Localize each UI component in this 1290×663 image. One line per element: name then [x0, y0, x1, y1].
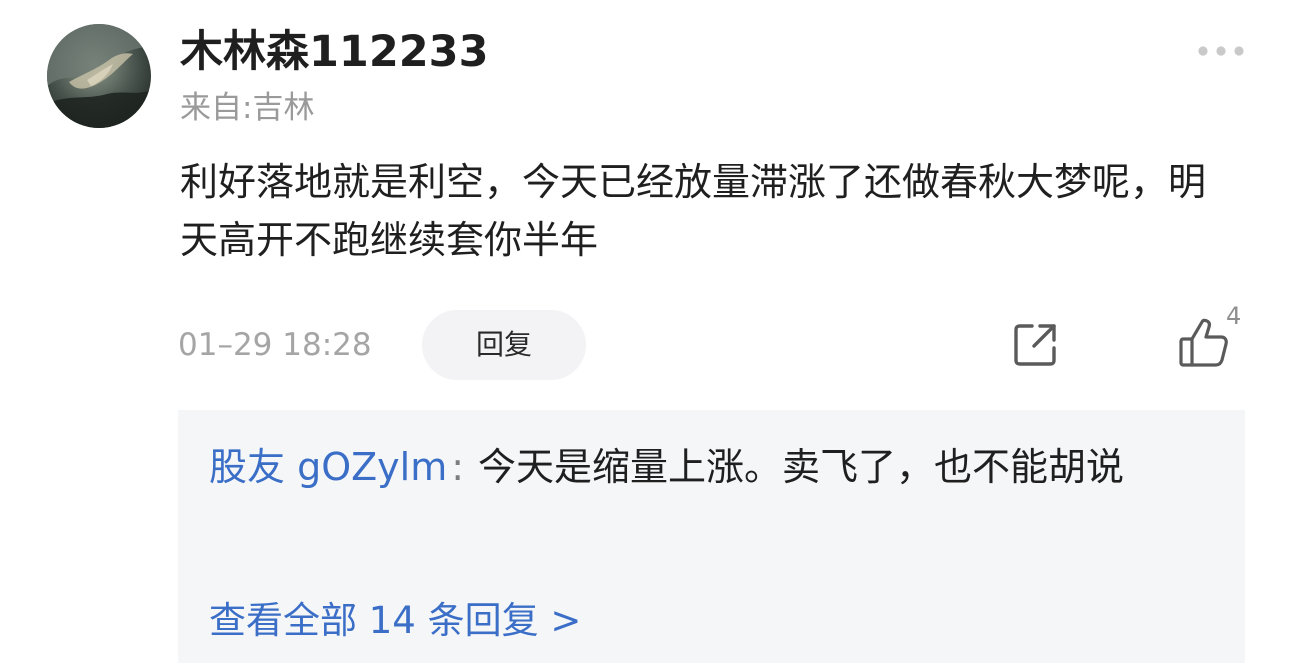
share-icon[interactable] [1012, 320, 1060, 368]
more-icon[interactable] [1196, 38, 1246, 64]
like-count: 4 [1226, 302, 1242, 330]
reply-button[interactable]: 回复 [422, 310, 586, 380]
reply-content: 今天是缩量上涨。卖飞了，也不能胡说 [478, 445, 1125, 489]
comment-timestamp: 01–29 18:28 [178, 327, 372, 363]
comment-card: 木林森112233 来自:吉林 利好落地就是利空，今天已经放量滞涨了还做春秋大梦… [0, 0, 1290, 663]
comment-content: 利好落地就是利空，今天已经放量滞涨了还做春秋大梦呢，明天高开不跑继续套你半年 [180, 160, 1207, 262]
location-label: 来自:吉林 [180, 90, 315, 126]
reply-item: 股友 gOZylm: 今天是缩量上涨。卖飞了，也不能胡说 [209, 438, 1219, 496]
avatar-image [47, 24, 151, 128]
avatar[interactable] [47, 24, 151, 128]
reply-separator: : [451, 445, 465, 489]
replies-panel: 股友 gOZylm: 今天是缩量上涨。卖飞了，也不能胡说 查看全部 14 条回复 … [178, 410, 1245, 663]
username[interactable]: 木林森112233 [180, 26, 489, 78]
reply-author[interactable]: 股友 gOZylm [209, 445, 447, 489]
view-all-replies-link[interactable]: 查看全部 14 条回复 > [209, 596, 581, 646]
